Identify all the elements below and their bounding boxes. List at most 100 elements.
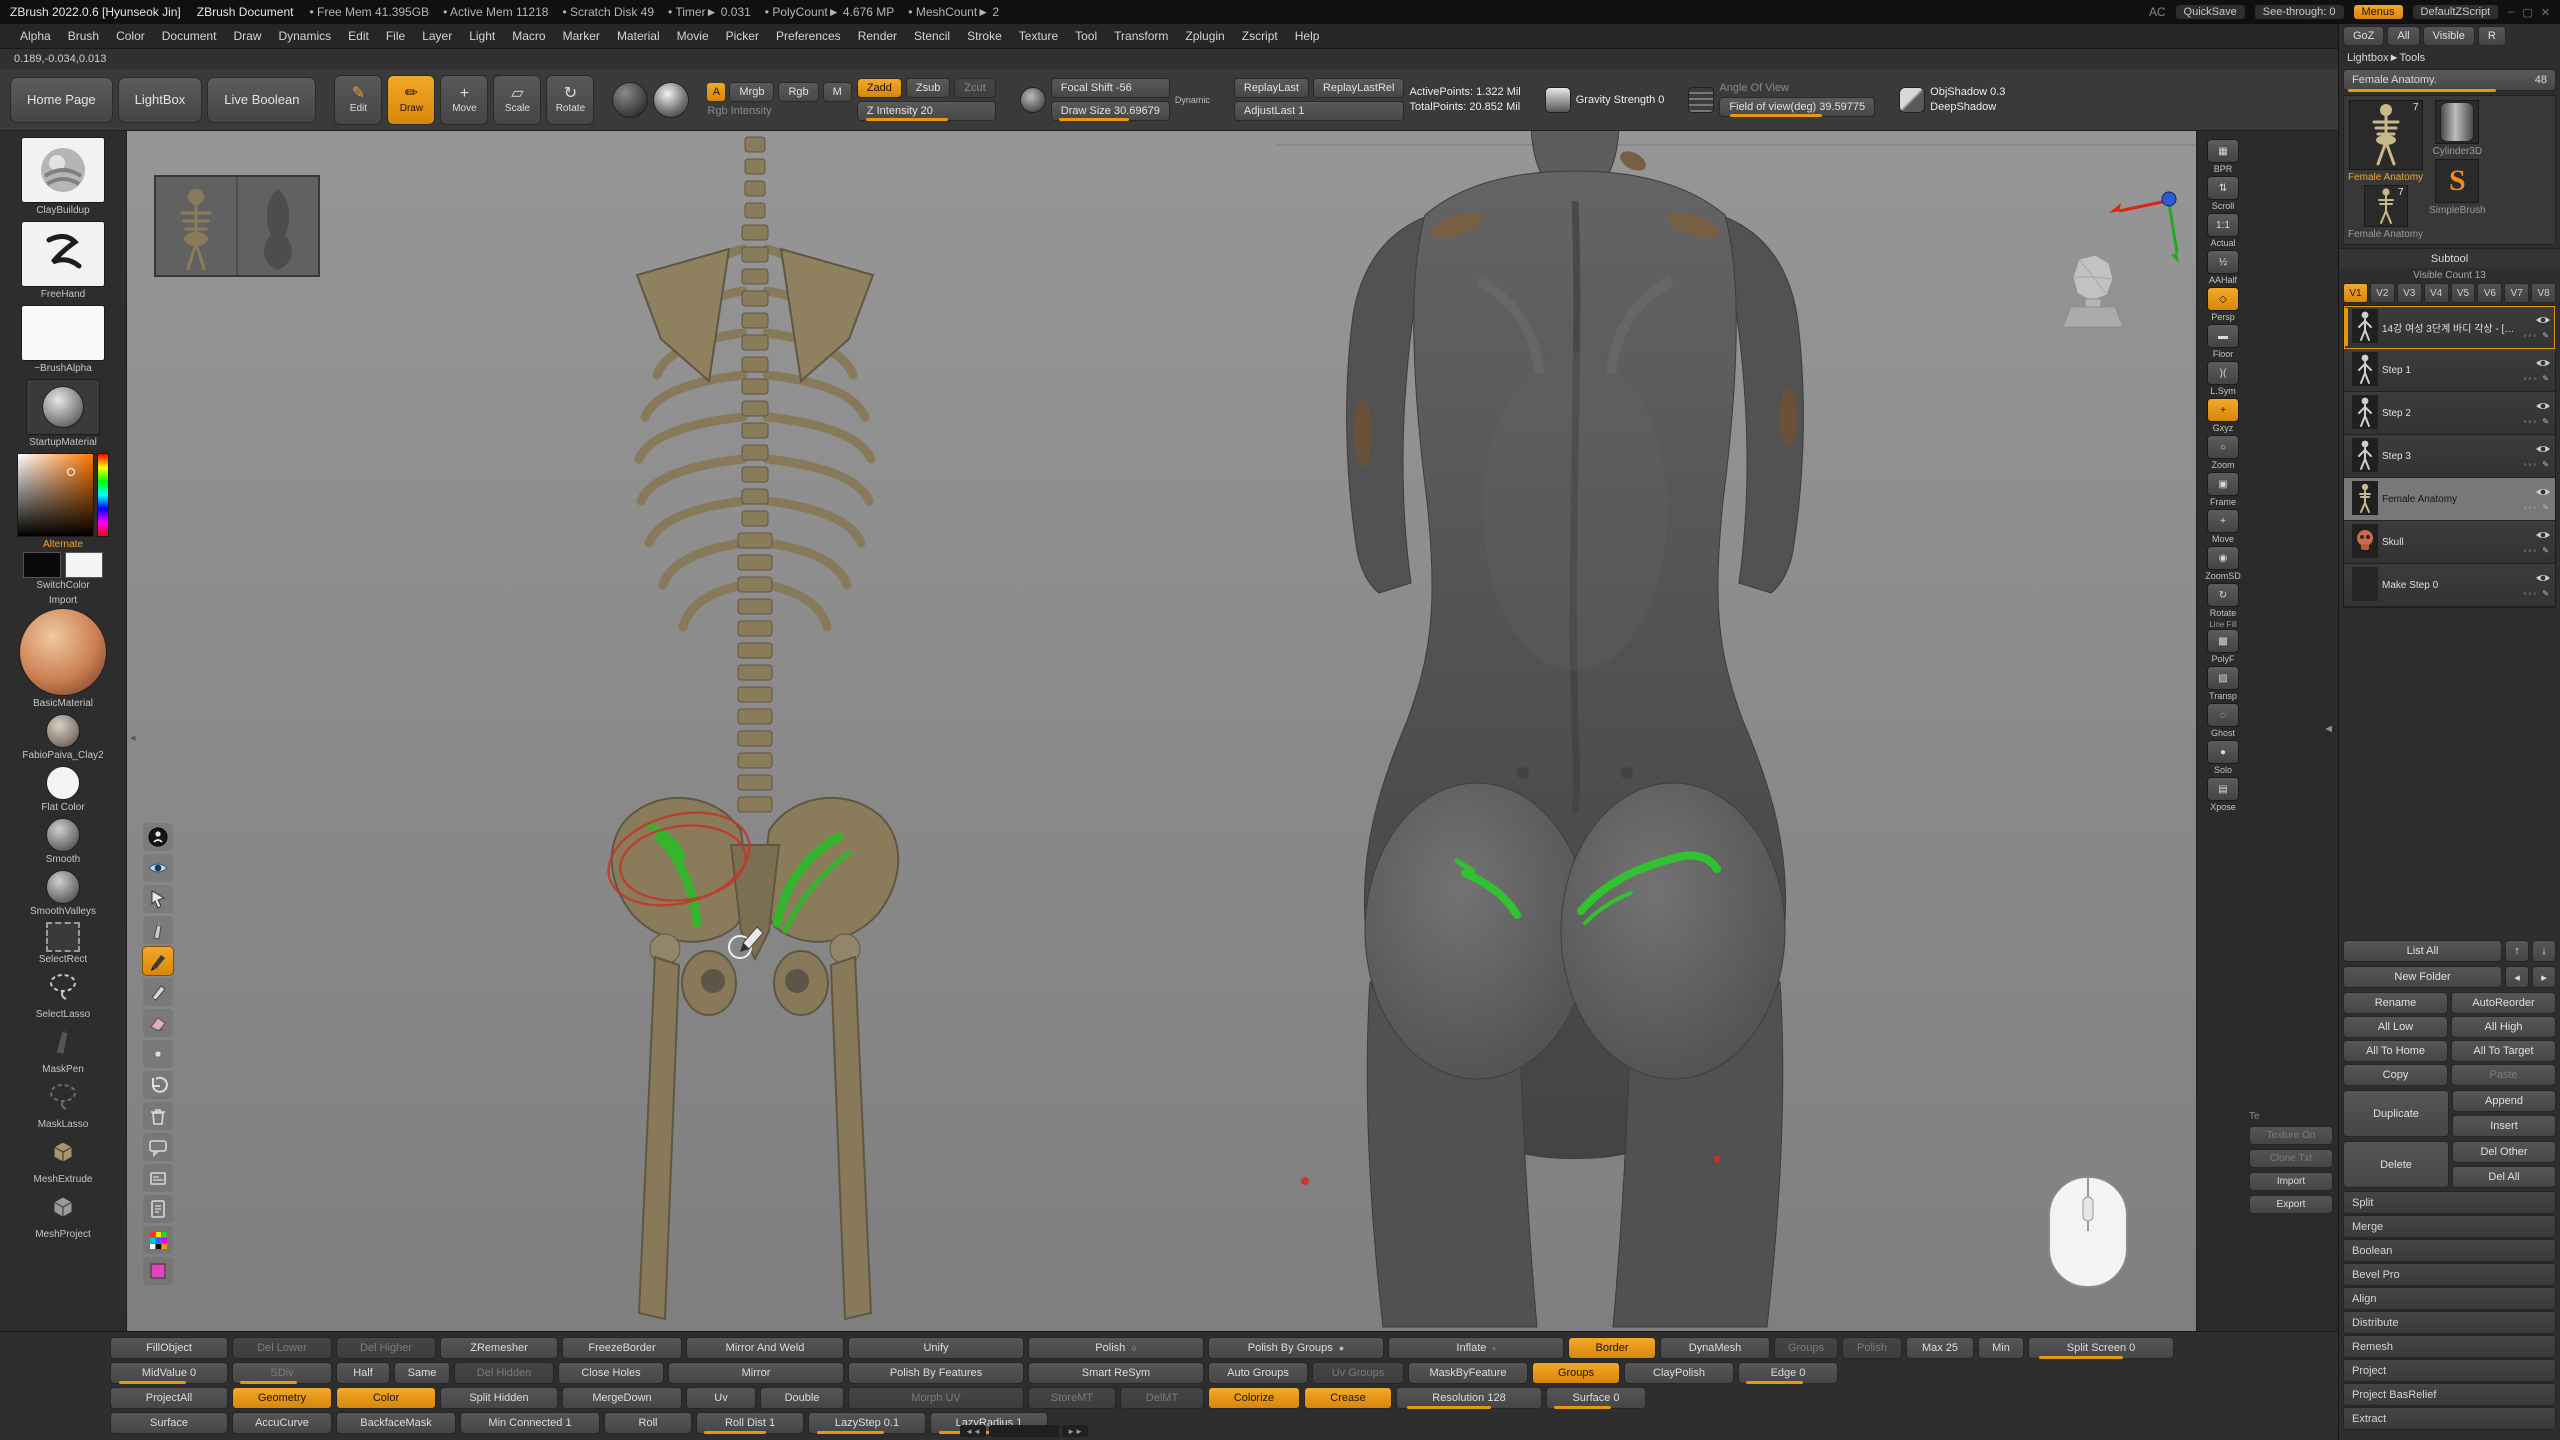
subtool-visibility-eye-icon[interactable] bbox=[2535, 400, 2551, 415]
subtool-tab-v6[interactable]: V6 bbox=[2477, 283, 2502, 303]
bpr-button[interactable]: ▦BPR bbox=[2203, 139, 2243, 174]
move-button[interactable]: +Move bbox=[440, 75, 488, 125]
menu-texture[interactable]: Texture bbox=[1011, 26, 1066, 46]
subtool-mini-toggles[interactable]: ◦◦◦ ✎ bbox=[2524, 460, 2551, 469]
folder-next-icon[interactable]: ▸ bbox=[2532, 966, 2556, 988]
menu-file[interactable]: File bbox=[378, 26, 413, 46]
dot-brush-icon[interactable] bbox=[143, 1040, 173, 1068]
delete-button[interactable]: Delete bbox=[2343, 1141, 2449, 1188]
rotate-button[interactable]: ↻Rotate bbox=[546, 75, 594, 125]
resolution-128-button[interactable]: Resolution 128 bbox=[1396, 1387, 1542, 1409]
sidebar-item-masklasso[interactable]: MaskLasso bbox=[38, 1080, 89, 1130]
menu-stroke[interactable]: Stroke bbox=[959, 26, 1010, 46]
sidebar-item-basicmaterial[interactable]: BasicMaterial bbox=[19, 608, 107, 709]
goz-button[interactable]: GoZ bbox=[2343, 26, 2384, 46]
section-align[interactable]: Align bbox=[2343, 1287, 2556, 1310]
maximize-icon[interactable]: ▢ bbox=[2522, 6, 2532, 19]
export-button[interactable]: Export bbox=[2249, 1195, 2333, 1214]
undo-icon[interactable] bbox=[143, 1071, 173, 1099]
subtool-mini-toggles[interactable]: ◦◦◦ ✎ bbox=[2524, 546, 2551, 555]
sidebar-item-fabiopaiva-clay2[interactable]: FabioPaiva_Clay2 bbox=[22, 714, 103, 761]
max-25-button[interactable]: Max 25 bbox=[1906, 1337, 1974, 1359]
section-bevel-pro[interactable]: Bevel Pro bbox=[2343, 1263, 2556, 1286]
menu-document[interactable]: Document bbox=[154, 26, 225, 46]
transp-button[interactable]: ▨Transp bbox=[2203, 666, 2243, 701]
polish-by-features-button[interactable]: Polish By Features bbox=[848, 1362, 1024, 1384]
anatomy-model[interactable] bbox=[1301, 131, 1803, 1327]
sidebar-button-alternate[interactable]: Alternate bbox=[37, 537, 89, 552]
min-button[interactable]: Min bbox=[1978, 1337, 2024, 1359]
folder-prev-icon[interactable]: ◂ bbox=[2505, 966, 2529, 988]
stroke-selector[interactable] bbox=[612, 82, 648, 118]
close-holes-button[interactable]: Close Holes bbox=[558, 1362, 664, 1384]
sidebar-item-startupmaterial[interactable]: StartupMaterial bbox=[26, 379, 100, 448]
section-project-basrelief[interactable]: Project BasRelief bbox=[2343, 1383, 2556, 1406]
zremesher-button[interactable]: ZRemesher bbox=[440, 1337, 558, 1359]
menu-light[interactable]: Light bbox=[461, 26, 503, 46]
lightbox-button[interactable]: LightBox bbox=[118, 77, 203, 123]
del-all-button[interactable]: Del All bbox=[2452, 1166, 2556, 1188]
midvalue-0-button[interactable]: MidValue 0 bbox=[110, 1362, 228, 1384]
edge-0-button[interactable]: Edge 0 bbox=[1738, 1362, 1838, 1384]
texture-on-button[interactable]: Texture On bbox=[2249, 1126, 2333, 1145]
card-icon[interactable] bbox=[143, 1164, 173, 1192]
half-button[interactable]: Half bbox=[336, 1362, 390, 1384]
all-to-home-button[interactable]: All To Home bbox=[2343, 1040, 2448, 1062]
subtool-visibility-eye-icon[interactable] bbox=[2535, 443, 2551, 458]
subtool-tab-v3[interactable]: V3 bbox=[2397, 283, 2422, 303]
deep-shadow-button[interactable]: DeepShadow bbox=[1930, 101, 2005, 113]
tool-thumb-female-anatomy[interactable]: 7 bbox=[2349, 100, 2423, 170]
frame-button[interactable]: ▣Frame bbox=[2203, 472, 2243, 507]
timeline-scrubber[interactable]: ◄◄ ►► bbox=[960, 1425, 1088, 1437]
subtool-visibility-eye-icon[interactable] bbox=[2535, 572, 2551, 587]
tool-thumb-female-anatomy-recent[interactable]: 7 bbox=[2364, 185, 2408, 227]
sidebar-item-brushalpha[interactable]: ~BrushAlpha bbox=[21, 305, 105, 374]
adjust-last-slider[interactable]: AdjustLast 1 bbox=[1234, 101, 1405, 121]
clone-txt-button[interactable]: Clone Txt bbox=[2249, 1149, 2333, 1168]
sidebar-item-maskpen[interactable]: MaskPen bbox=[42, 1025, 84, 1075]
mergedown-button[interactable]: MergeDown bbox=[562, 1387, 682, 1409]
navigator-thumbnails[interactable] bbox=[155, 176, 319, 276]
sidebar-item-flat-color[interactable]: Flat Color bbox=[41, 766, 84, 813]
rgb-intensity-slider[interactable]: Rgb Intensity bbox=[707, 105, 851, 117]
z-intensity-slider[interactable]: Z Intensity 20 bbox=[857, 101, 996, 121]
sdiv-button[interactable]: SDiv bbox=[232, 1362, 332, 1384]
subtool-down-icon[interactable]: ↓ bbox=[2532, 940, 2556, 962]
section-merge[interactable]: Merge bbox=[2343, 1215, 2556, 1238]
insert-button[interactable]: Insert bbox=[2452, 1115, 2556, 1137]
paste-button[interactable]: Paste bbox=[2451, 1064, 2556, 1086]
field-of-view-slider[interactable]: Field of view(deg) 39.59775 bbox=[1719, 97, 1875, 117]
rgb-button[interactable]: Rgb bbox=[778, 82, 818, 102]
menu-marker[interactable]: Marker bbox=[555, 26, 608, 46]
minimize-icon[interactable]: – bbox=[2508, 6, 2514, 19]
menu-brush[interactable]: Brush bbox=[60, 26, 107, 46]
sidebar-item-meshproject[interactable]: MeshProject bbox=[35, 1190, 91, 1240]
hue-strip[interactable] bbox=[97, 453, 109, 537]
polyf-button[interactable]: Line Fill▩PolyF bbox=[2203, 620, 2243, 664]
l-sym-button[interactable]: )(L.Sym bbox=[2203, 361, 2243, 396]
menu-material[interactable]: Material bbox=[609, 26, 668, 46]
focal-shift-slider[interactable]: Focal Shift -56 bbox=[1051, 78, 1170, 98]
r-button[interactable]: R bbox=[2478, 26, 2506, 46]
groups-button[interactable]: Groups bbox=[1774, 1337, 1838, 1359]
freezeborder-button[interactable]: FreezeBorder bbox=[562, 1337, 682, 1359]
smart-resym-button[interactable]: Smart ReSym bbox=[1028, 1362, 1204, 1384]
zadd-button[interactable]: Zadd bbox=[857, 78, 902, 98]
roll-dist-1-button[interactable]: Roll Dist 1 bbox=[696, 1412, 804, 1434]
toggle-dot-icon[interactable]: ▫ bbox=[1492, 1343, 1495, 1353]
surface-button[interactable]: Surface bbox=[110, 1412, 228, 1434]
sidebar-item-smoothvalleys[interactable]: SmoothValleys bbox=[30, 870, 96, 917]
all-high-button[interactable]: All High bbox=[2451, 1016, 2556, 1038]
new-folder-button[interactable]: New Folder bbox=[2343, 966, 2502, 988]
dynamesh-button[interactable]: DynaMesh bbox=[1660, 1337, 1770, 1359]
subtool-mini-toggles[interactable]: ◦◦◦ ✎ bbox=[2524, 589, 2551, 598]
document-canvas[interactable]: ◂ bbox=[127, 131, 2196, 1331]
menu-help[interactable]: Help bbox=[1287, 26, 1328, 46]
split-hidden-button[interactable]: Split Hidden bbox=[440, 1387, 558, 1409]
split-screen-0-button[interactable]: Split Screen 0 bbox=[2028, 1337, 2174, 1359]
draw-size-slider[interactable]: Draw Size 30.69679 bbox=[1051, 101, 1170, 121]
zoomsd-button[interactable]: ◉ZoomSD bbox=[2203, 546, 2243, 581]
zsub-button[interactable]: Zsub bbox=[906, 78, 950, 98]
obj-shadow-slider[interactable]: ObjShadow 0.3 bbox=[1930, 86, 2005, 98]
axis-gizmo[interactable] bbox=[2109, 192, 2179, 263]
